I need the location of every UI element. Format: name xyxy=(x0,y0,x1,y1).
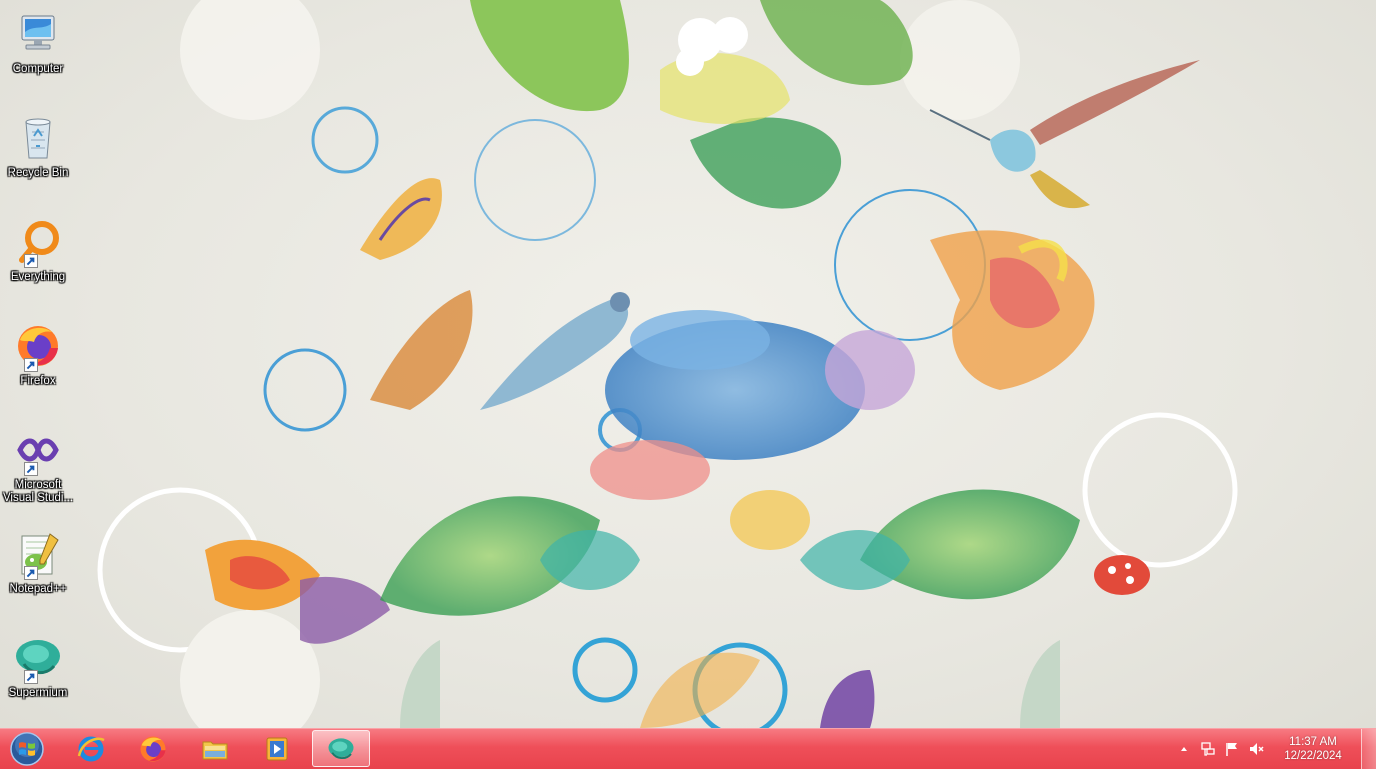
action-center-flag-icon xyxy=(1226,743,1237,756)
desktop-icon-label: Notepad++ xyxy=(9,583,67,595)
firefox-icon xyxy=(18,326,58,366)
visual-studio-icon xyxy=(17,438,59,462)
action-center-tray-button[interactable] xyxy=(1222,739,1242,759)
windows-start-orb-icon xyxy=(10,732,44,766)
desktop-icon-label: Computer xyxy=(12,63,64,75)
folder-explorer-icon xyxy=(202,741,228,759)
shortcut-arrow-icon xyxy=(24,462,38,476)
taskbar-item-firefox[interactable] xyxy=(124,730,182,767)
wallpaper-artwork xyxy=(97,0,1238,728)
desktop-icon-label: Firefox xyxy=(20,375,56,387)
start-button[interactable] xyxy=(2,730,52,768)
taskbar-item-supermium[interactable] xyxy=(312,730,370,767)
system-tray: 11:37 AM 12/22/2024 xyxy=(1172,729,1348,769)
volume-tray-button[interactable] xyxy=(1246,739,1266,759)
taskbar-item-internet-explorer[interactable] xyxy=(62,730,120,767)
desktop-icon-firefox[interactable]: Firefox xyxy=(2,316,74,412)
desktop-icon-label: Microsoft Visual Studi... xyxy=(2,479,74,504)
supermium-icon xyxy=(328,737,354,759)
desktop-icon-label: Recycle Bin xyxy=(7,167,69,179)
notepad-plus-plus-icon xyxy=(21,533,59,575)
desktop-icon-everything[interactable]: Everything xyxy=(2,212,74,308)
chevron-up-icon xyxy=(1181,747,1187,751)
desktop-icon-recycle-bin[interactable]: Recycle Bin xyxy=(2,108,74,204)
media-player-icon xyxy=(266,737,288,760)
shortcut-arrow-icon xyxy=(24,254,38,268)
shortcut-arrow-icon xyxy=(24,566,38,580)
desktop[interactable]: Computer Recycle Bin Everything Firefox … xyxy=(0,0,1376,728)
show-hidden-icons-button[interactable] xyxy=(1174,739,1194,759)
clock-date: 12/22/2024 xyxy=(1284,750,1342,762)
taskbar-item-media-player[interactable] xyxy=(248,730,306,767)
computer-icon xyxy=(21,15,55,50)
show-desktop-button[interactable] xyxy=(1361,729,1376,769)
taskbar: 11:37 AM 12/22/2024 xyxy=(0,728,1376,769)
volume-muted-icon xyxy=(1250,743,1264,755)
clock-time: 11:37 AM xyxy=(1289,736,1337,748)
shortcut-arrow-icon xyxy=(24,670,38,684)
desktop-icon-computer[interactable]: Computer xyxy=(2,4,74,100)
desktop-icon-visual-studio[interactable]: Microsoft Visual Studi... xyxy=(2,420,74,516)
supermium-icon xyxy=(16,640,60,674)
taskbar-item-windows-explorer[interactable] xyxy=(186,730,244,767)
everything-search-icon xyxy=(19,221,59,263)
desktop-icon-notepad-plus-plus[interactable]: Notepad++ xyxy=(2,524,74,620)
recycle-bin-icon xyxy=(25,118,51,159)
shortcut-arrow-icon xyxy=(24,358,38,372)
desktop-icon-label: Everything xyxy=(10,271,66,283)
firefox-icon xyxy=(140,736,166,761)
network-tray-button[interactable] xyxy=(1198,739,1218,759)
desktop-icon-supermium[interactable]: Supermium xyxy=(2,628,74,724)
network-icon xyxy=(1201,742,1215,756)
taskbar-clock[interactable]: 11:37 AM 12/22/2024 xyxy=(1278,735,1348,763)
desktop-icon-label: Supermium xyxy=(8,687,68,699)
internet-explorer-icon xyxy=(77,736,105,761)
